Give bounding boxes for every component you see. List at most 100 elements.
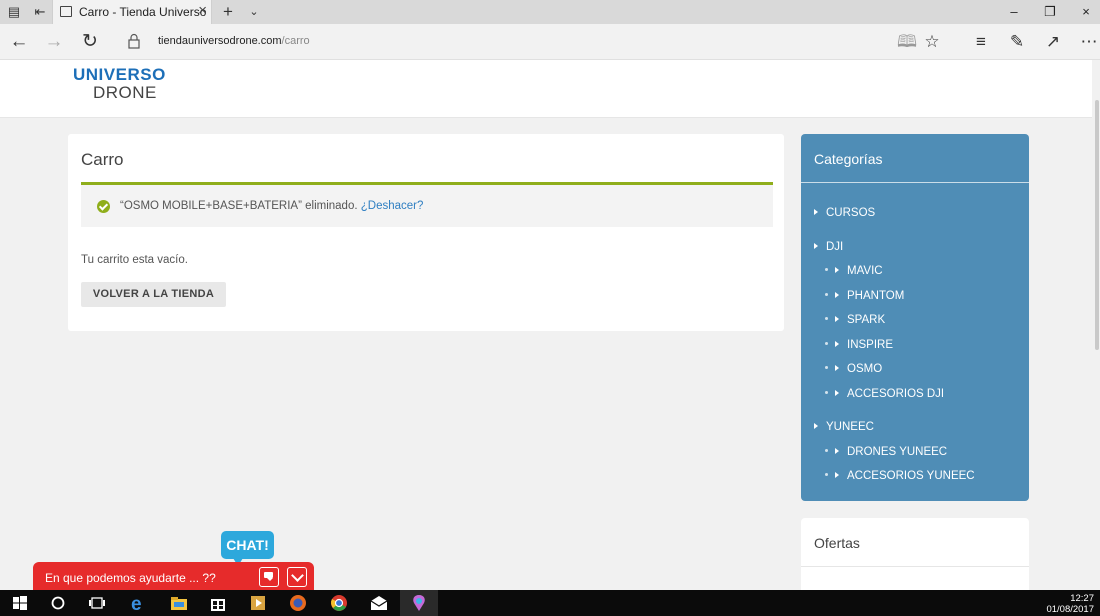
chat-prompt[interactable]: En que podemos ayudarte ... ?? <box>45 571 216 585</box>
address-bar: ← → ↻ tiendauniversodrone.com/carro 🕮 ☆ … <box>0 24 1100 60</box>
page-icon <box>60 6 72 17</box>
category-label: OSMO <box>847 363 883 375</box>
logo-drone[interactable]: DRONE <box>93 83 157 103</box>
bullet-icon <box>825 268 828 271</box>
share-icon[interactable]: ↗ <box>1042 31 1064 53</box>
caret-right-icon <box>835 267 839 273</box>
empty-cart-message: Tu carrito esta vacío. <box>81 254 188 266</box>
windows-taskbar: e 12:27 01/08/2017 <box>0 590 1100 616</box>
bullet-icon <box>825 292 828 296</box>
offers-widget: Ofertas <box>801 518 1029 590</box>
caret-right-icon <box>814 209 818 215</box>
category-item[interactable]: CURSOS <box>814 207 875 219</box>
scrollbar[interactable] <box>1092 60 1100 590</box>
bullet-icon <box>825 448 828 452</box>
caret-right-icon <box>835 389 839 396</box>
lock-icon <box>128 33 140 49</box>
hub-icon[interactable]: ≡ <box>970 31 992 53</box>
bullet-icon <box>825 366 828 369</box>
category-item[interactable]: PHANTOM <box>825 290 904 302</box>
category-item[interactable]: DJI <box>814 241 843 253</box>
edge-icon[interactable]: e <box>129 593 149 613</box>
refresh-icon[interactable]: ↻ <box>79 31 101 53</box>
caret-right-icon <box>835 316 839 322</box>
minimize-icon[interactable]: – <box>1004 3 1024 21</box>
favorite-star-icon[interactable]: ☆ <box>921 31 943 53</box>
category-item[interactable]: DRONES YUNEEC <box>825 446 947 458</box>
category-label: CURSOS <box>826 207 876 219</box>
close-window-icon[interactable]: × <box>1076 3 1096 21</box>
offers-title: Ofertas <box>814 535 860 551</box>
media-player-icon[interactable] <box>248 593 268 613</box>
firefox-icon[interactable] <box>288 593 308 613</box>
caret-right-icon <box>835 472 839 478</box>
removal-notice: “OSMO MOBILE+BASE+BATERIA” eliminado. ¿D… <box>81 182 773 227</box>
category-label: YUNEEC <box>826 421 874 433</box>
category-item[interactable]: YUNEEC <box>814 421 874 433</box>
url-host: tiendauniversodrone.com <box>158 35 282 47</box>
new-tab-icon[interactable]: + <box>220 3 236 20</box>
category-item[interactable]: SPARK <box>825 314 885 326</box>
notice-item: “OSMO MOBILE+BASE+BATERIA” eliminado. <box>120 200 358 212</box>
caret-right-icon <box>814 242 818 249</box>
chat-bar[interactable]: En que podemos ayudarte ... ?? <box>33 562 314 592</box>
more-menu-icon[interactable]: ⋯ <box>1078 31 1100 53</box>
category-item[interactable]: MAVIC <box>825 265 883 277</box>
forward-icon: → <box>44 31 64 52</box>
back-icon[interactable]: ← <box>8 31 30 53</box>
clock-date: 01/08/2017 <box>1046 604 1094 615</box>
logo-universo[interactable]: UNIVERSO <box>73 65 166 85</box>
categories-widget: Categorías CURSOS DJI MAVIC PHANTOM SPARK INS… <box>801 134 1029 501</box>
chat-message-icon[interactable] <box>259 567 279 587</box>
close-tab-icon[interactable]: × <box>198 3 207 19</box>
scrollbar-thumb[interactable] <box>1095 100 1099 350</box>
browser-tab[interactable]: Carro - Tienda Universo × <box>52 0 212 24</box>
set-tabs-aside-icon[interactable]: ⇤ <box>32 4 48 20</box>
category-item[interactable]: INSPIRE <box>825 339 893 351</box>
bullet-icon <box>825 390 828 394</box>
category-label: MAVIC <box>847 265 883 277</box>
offers-divider <box>801 566 1029 567</box>
chrome-icon[interactable] <box>329 593 349 613</box>
reading-view-icon[interactable]: 🕮 <box>896 31 918 53</box>
category-item[interactable]: ACCESORIOS YUNEEC <box>825 470 975 482</box>
system-clock[interactable]: 12:27 01/08/2017 <box>1046 593 1094 615</box>
task-view-icon[interactable] <box>87 593 107 613</box>
undo-link[interactable]: ¿Deshacer? <box>361 200 424 212</box>
clock-time: 12:27 <box>1070 593 1094 604</box>
category-label: PHANTOM <box>847 289 905 302</box>
bullet-icon <box>825 317 828 320</box>
windows-start-icon[interactable] <box>10 593 30 613</box>
category-label: DJI <box>826 240 844 253</box>
category-item[interactable]: ACCESORIOS DJI <box>825 388 944 400</box>
file-explorer-icon[interactable] <box>169 593 189 613</box>
page-viewport: UNIVERSO DRONE Carro “OSMO MOBILE+BASE+B… <box>0 60 1100 590</box>
mail-icon[interactable] <box>369 593 389 613</box>
tab-preview-icon[interactable]: ▤ <box>6 4 22 20</box>
restore-icon[interactable]: ❐ <box>1040 3 1060 21</box>
paint-3d-icon[interactable] <box>409 593 429 613</box>
notice-text: “OSMO MOBILE+BASE+BATERIA” eliminado. ¿D… <box>120 200 423 212</box>
chat-badge[interactable]: CHAT! <box>221 531 274 566</box>
chat-minimize-icon[interactable] <box>287 567 307 587</box>
store-icon[interactable] <box>208 593 228 613</box>
caret-right-icon <box>835 291 839 298</box>
web-note-icon[interactable]: ✎ <box>1006 31 1028 53</box>
tab-title: Carro - Tienda Universo <box>79 5 207 19</box>
categories-divider <box>801 182 1029 183</box>
url-field[interactable]: tiendauniversodrone.com/carro <box>158 35 310 47</box>
category-item[interactable]: OSMO <box>825 363 882 375</box>
category-label: ACCESORIOS YUNEEC <box>847 470 975 482</box>
caret-right-icon <box>835 447 839 454</box>
category-label: INSPIRE <box>847 338 894 351</box>
cortana-icon[interactable] <box>48 593 68 613</box>
bullet-icon <box>825 341 828 345</box>
svg-text:e: e <box>131 594 142 613</box>
caret-right-icon <box>835 365 839 371</box>
caret-right-icon <box>814 423 818 429</box>
check-circle-icon <box>97 200 110 213</box>
return-to-shop-button[interactable]: VOLVER A LA TIENDA <box>81 282 226 307</box>
url-path: /carro <box>281 35 310 47</box>
category-label: DRONES YUNEEC <box>847 445 948 458</box>
tab-list-chevron-icon[interactable]: ⌄ <box>246 4 262 20</box>
